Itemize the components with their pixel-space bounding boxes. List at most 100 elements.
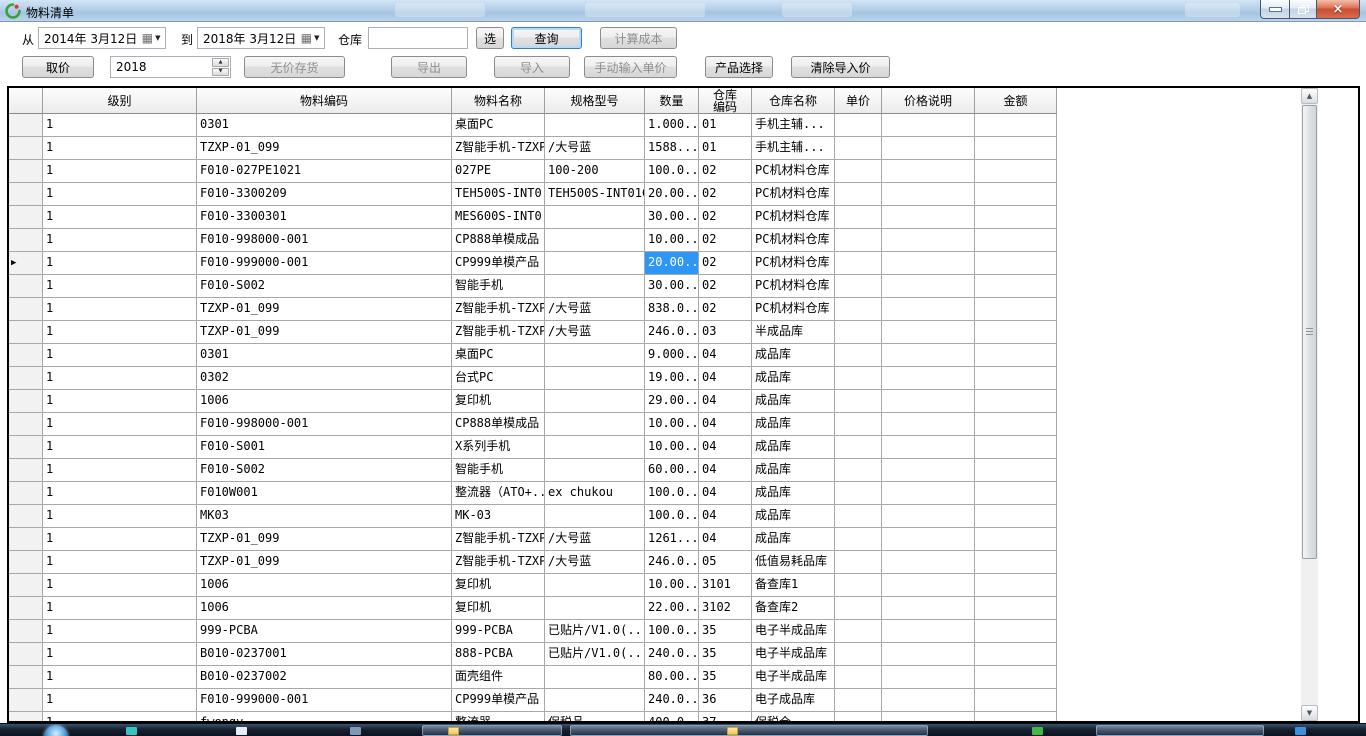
- cell-wh_code[interactable]: 02: [699, 183, 752, 206]
- cell-note[interactable]: [882, 390, 975, 413]
- column-header[interactable]: 金额: [975, 88, 1057, 114]
- start-button-orb-icon[interactable]: [44, 725, 68, 736]
- cell-name[interactable]: Z智能手机-TZXP: [452, 551, 545, 574]
- table-row[interactable]: 1F010W001整流器（ATO+...ex chukou100.0...04成…: [9, 482, 1057, 505]
- row-selector-cell[interactable]: [9, 390, 43, 413]
- table-row[interactable]: 10302台式PC19.00...04成品库: [9, 367, 1057, 390]
- column-header[interactable]: 单价: [835, 88, 882, 114]
- cell-amount[interactable]: [975, 712, 1057, 723]
- cell-name[interactable]: Z智能手机-TZXP: [452, 137, 545, 160]
- table-row[interactable]: 10301桌面PC1.000...01手机主辅...: [9, 114, 1057, 137]
- cell-wh_code[interactable]: 04: [699, 367, 752, 390]
- cell-wh_code[interactable]: 04: [699, 482, 752, 505]
- cell-code[interactable]: fwongv: [197, 712, 452, 723]
- cell-level[interactable]: 1: [43, 137, 197, 160]
- cell-qty[interactable]: 80.00...: [645, 666, 699, 689]
- cell-note[interactable]: [882, 137, 975, 160]
- cell-wh_code[interactable]: 04: [699, 436, 752, 459]
- cell-level[interactable]: 1: [43, 298, 197, 321]
- column-header[interactable]: 物料名称: [452, 88, 545, 114]
- taskbar-window-button[interactable]: [422, 725, 562, 736]
- cell-code[interactable]: 999-PCBA: [197, 620, 452, 643]
- cell-name[interactable]: Z智能手机-TZXP: [452, 528, 545, 551]
- cell-name[interactable]: 桌面PC: [452, 114, 545, 137]
- cell-code[interactable]: 1006: [197, 574, 452, 597]
- cell-price[interactable]: [835, 229, 882, 252]
- cell-note[interactable]: [882, 666, 975, 689]
- cell-spec[interactable]: 已贴片/V1.0(...: [545, 620, 645, 643]
- calc-cost-button[interactable]: 计算成本: [600, 27, 677, 49]
- row-selector-cell[interactable]: [9, 459, 43, 482]
- cell-name[interactable]: Z智能手机-TZXP: [452, 321, 545, 344]
- cell-spec[interactable]: TEH500S-INT01C: [545, 183, 645, 206]
- cell-amount[interactable]: [975, 390, 1057, 413]
- cell-qty[interactable]: 1588....: [645, 137, 699, 160]
- cell-note[interactable]: [882, 229, 975, 252]
- cell-code[interactable]: 0301: [197, 114, 452, 137]
- cell-price[interactable]: [835, 597, 882, 620]
- row-selector-cell[interactable]: [9, 574, 43, 597]
- cell-name[interactable]: CP888单模成品: [452, 229, 545, 252]
- cell-wh_code[interactable]: 04: [699, 505, 752, 528]
- cell-wh_code[interactable]: 04: [699, 344, 752, 367]
- cell-price[interactable]: [835, 252, 882, 275]
- cell-price[interactable]: [835, 390, 882, 413]
- row-selector-cell[interactable]: [9, 114, 43, 137]
- cell-wh_name[interactable]: 电子半成品库: [752, 620, 835, 643]
- cell-level[interactable]: 1: [43, 574, 197, 597]
- cell-wh_name[interactable]: 保税仓: [752, 712, 835, 723]
- cell-wh_code[interactable]: 04: [699, 459, 752, 482]
- cell-price[interactable]: [835, 436, 882, 459]
- vertical-scrollbar[interactable]: ▲ ▼: [1301, 88, 1318, 721]
- cell-wh_name[interactable]: 成品库: [752, 482, 835, 505]
- cell-wh_code[interactable]: 37: [699, 712, 752, 723]
- row-selector-cell[interactable]: [9, 482, 43, 505]
- row-selector-cell[interactable]: [9, 666, 43, 689]
- cell-wh_code[interactable]: 3102: [699, 597, 752, 620]
- table-row[interactable]: 1TZXP-01_099Z智能手机-TZXP/大号蓝246.0...03半成品库: [9, 321, 1057, 344]
- cell-wh_name[interactable]: 电子半成品库: [752, 666, 835, 689]
- cell-name[interactable]: X系列手机: [452, 436, 545, 459]
- export-button[interactable]: 导出: [391, 56, 467, 78]
- cell-amount[interactable]: [975, 137, 1057, 160]
- cell-qty[interactable]: 29.00...: [645, 390, 699, 413]
- table-row[interactable]: 1F010-998000-001CP888单模成品10.00...02PC机材料…: [9, 229, 1057, 252]
- cell-spec[interactable]: [545, 459, 645, 482]
- cell-name[interactable]: MK-03: [452, 505, 545, 528]
- cell-wh_name[interactable]: 半成品库: [752, 321, 835, 344]
- cell-code[interactable]: 0301: [197, 344, 452, 367]
- cell-name[interactable]: 面壳组件: [452, 666, 545, 689]
- cell-code[interactable]: TZXP-01_099: [197, 551, 452, 574]
- cell-level[interactable]: 1: [43, 459, 197, 482]
- cell-name[interactable]: 复印机: [452, 597, 545, 620]
- cell-name[interactable]: MES600S-INT0...: [452, 206, 545, 229]
- cell-spec[interactable]: [545, 413, 645, 436]
- cell-note[interactable]: [882, 183, 975, 206]
- cell-note[interactable]: [882, 620, 975, 643]
- cell-wh_name[interactable]: 备查库2: [752, 597, 835, 620]
- window-app-icon[interactable]: [236, 727, 247, 735]
- cell-wh_code[interactable]: 3101: [699, 574, 752, 597]
- cell-qty[interactable]: 246.0...: [645, 551, 699, 574]
- row-selector-cell[interactable]: [9, 712, 43, 723]
- cell-wh_name[interactable]: 手机主辅...: [752, 114, 835, 137]
- cell-level[interactable]: 1: [43, 689, 197, 712]
- cell-note[interactable]: [882, 551, 975, 574]
- cell-wh_name[interactable]: 电子成品库: [752, 689, 835, 712]
- cell-amount[interactable]: [975, 321, 1057, 344]
- cell-amount[interactable]: [975, 574, 1057, 597]
- cell-amount[interactable]: [975, 528, 1057, 551]
- column-header[interactable]: 仓库编码: [699, 88, 752, 114]
- cell-spec[interactable]: [545, 689, 645, 712]
- cell-code[interactable]: MK03: [197, 505, 452, 528]
- cell-price[interactable]: [835, 505, 882, 528]
- table-row[interactable]: 1F010-3300301MES600S-INT0...30.00...02PC…: [9, 206, 1057, 229]
- cell-qty[interactable]: 100.0...: [645, 482, 699, 505]
- cell-qty[interactable]: 20.00...: [645, 183, 699, 206]
- cell-amount[interactable]: [975, 436, 1057, 459]
- cell-qty[interactable]: 240.0...: [645, 643, 699, 666]
- cell-price[interactable]: [835, 666, 882, 689]
- cell-code[interactable]: 0302: [197, 367, 452, 390]
- cell-name[interactable]: TEH500S-INT0...: [452, 183, 545, 206]
- scroll-down-button[interactable]: ▼: [1301, 705, 1318, 721]
